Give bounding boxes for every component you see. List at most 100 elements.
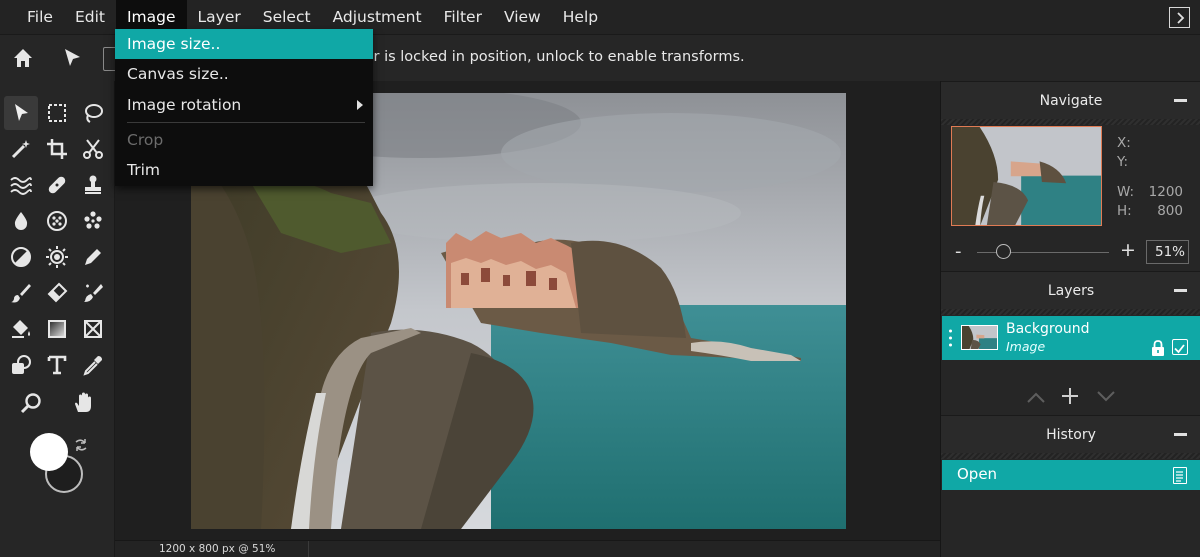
layer-name: Background xyxy=(1006,321,1090,337)
menu-image-size[interactable]: Image size.. xyxy=(115,29,373,59)
zoom-in-button[interactable]: + xyxy=(1120,239,1136,261)
history-panel-title: History xyxy=(1046,427,1096,443)
menu-crop: Crop xyxy=(127,131,164,149)
shape-tool[interactable] xyxy=(4,348,38,382)
menu-view[interactable]: View xyxy=(493,0,552,34)
menu-trim[interactable]: Trim xyxy=(115,155,373,185)
navigate-panel-header[interactable]: Navigate xyxy=(941,81,1200,119)
home-button[interactable] xyxy=(11,46,35,70)
pointer-button[interactable] xyxy=(60,46,84,70)
zoom-icon xyxy=(20,393,41,414)
history-panel-header[interactable]: History xyxy=(941,415,1200,453)
blur-tool[interactable] xyxy=(4,204,38,238)
layer-thumbnail-image xyxy=(962,326,997,349)
layer-type: Image xyxy=(1006,339,1046,354)
clone-stamp-tool[interactable] xyxy=(76,168,110,202)
history-collapse-icon[interactable] xyxy=(1174,433,1187,436)
navigate-collapse-icon[interactable] xyxy=(1174,99,1187,102)
navigator-preview-image xyxy=(952,127,1101,225)
panel-divider xyxy=(941,309,1200,315)
smudge-tool[interactable] xyxy=(76,276,110,310)
hand-tool[interactable] xyxy=(66,386,100,420)
menu-filter[interactable]: Filter xyxy=(433,0,493,34)
lasso-tool[interactable] xyxy=(76,96,110,130)
layer-visibility-checkbox[interactable] xyxy=(1172,339,1188,355)
chevron-right-icon xyxy=(1176,11,1184,24)
brush-tool[interactable] xyxy=(4,276,38,310)
navigate-panel-title: Navigate xyxy=(1039,93,1103,109)
menu-image-rotation[interactable]: Image rotation xyxy=(115,90,373,120)
scissors-tool[interactable] xyxy=(76,132,110,166)
home-icon xyxy=(14,49,32,67)
blur-drop-icon xyxy=(14,212,28,230)
gradient-icon xyxy=(48,320,66,338)
tool-palette xyxy=(0,81,115,557)
sponge-tool[interactable] xyxy=(40,204,74,238)
add-layer-icon[interactable] xyxy=(1060,386,1080,406)
gradient-tool[interactable] xyxy=(40,312,74,346)
zoom-input[interactable]: 51% xyxy=(1146,240,1189,264)
swap-arrows-icon xyxy=(75,439,87,451)
color-picker-tool[interactable] xyxy=(76,240,110,274)
panel-divider xyxy=(941,453,1200,459)
eraser-tool[interactable] xyxy=(40,276,74,310)
marquee-select-icon xyxy=(48,104,66,122)
sponge-icon xyxy=(47,211,67,231)
layer-item[interactable]: Background Image xyxy=(942,316,1200,360)
shape-icon xyxy=(12,355,31,374)
layers-collapse-icon[interactable] xyxy=(1174,289,1187,292)
move-tool[interactable] xyxy=(4,96,38,130)
menu-canvas-size[interactable]: Canvas size.. xyxy=(115,59,373,89)
history-document-icon xyxy=(1173,467,1187,484)
hand-pan-icon xyxy=(75,392,91,412)
history-item[interactable]: Open xyxy=(942,460,1200,490)
text-tool[interactable] xyxy=(40,348,74,382)
lock-message: yer is locked in position, unlock to ena… xyxy=(356,49,745,65)
paint-bucket-tool[interactable] xyxy=(4,312,38,346)
layers-panel-title: Layers xyxy=(1047,283,1095,299)
nav-w-label: W: xyxy=(1117,184,1135,200)
foreground-color-swatch[interactable] xyxy=(30,433,68,471)
menu-file[interactable]: File xyxy=(0,0,64,34)
menu-image-rotation-label: Image rotation xyxy=(127,96,242,114)
panel-toggle-button[interactable] xyxy=(1169,7,1190,28)
menu-edit[interactable]: Edit xyxy=(64,0,116,34)
sun-tool[interactable] xyxy=(40,240,74,274)
zoom-out-button[interactable]: - xyxy=(955,241,962,262)
move-layer-down-icon[interactable] xyxy=(1096,390,1116,404)
eyedropper-tool[interactable] xyxy=(76,348,110,382)
check-icon xyxy=(1174,344,1185,354)
submenu-arrow-icon xyxy=(357,100,363,110)
crop-icon xyxy=(47,139,67,159)
healing-tool[interactable] xyxy=(40,168,74,202)
smudge-brush-icon xyxy=(84,284,103,302)
layers-panel-header[interactable]: Layers xyxy=(941,271,1200,309)
nav-x-label: X: xyxy=(1117,135,1131,151)
scissors-icon xyxy=(83,139,103,159)
liquify-tool[interactable] xyxy=(4,168,38,202)
brush-icon xyxy=(11,284,31,303)
zoom-tool[interactable] xyxy=(14,386,48,420)
dodge-burn-icon xyxy=(11,247,31,267)
move-layer-up-icon[interactable] xyxy=(1026,390,1046,404)
zoom-slider-handle[interactable] xyxy=(996,244,1011,259)
crop-tool[interactable] xyxy=(40,132,74,166)
text-icon xyxy=(47,355,67,375)
nav-h-label: H: xyxy=(1117,203,1132,219)
menu-help[interactable]: Help xyxy=(552,0,609,34)
pattern-tool[interactable] xyxy=(76,204,110,238)
swap-colors-button[interactable] xyxy=(73,437,89,453)
nav-y-label: Y: xyxy=(1117,154,1129,170)
marquee-select-tool[interactable] xyxy=(40,96,74,130)
frame-tool[interactable] xyxy=(76,312,110,346)
drag-handle-icon[interactable] xyxy=(949,329,952,347)
move-tool-icon xyxy=(15,104,28,121)
magic-wand-tool[interactable] xyxy=(4,132,38,166)
navigator-thumbnail[interactable] xyxy=(951,126,1102,226)
paint-bucket-icon xyxy=(12,320,30,338)
document-lines-icon xyxy=(1176,471,1183,482)
sun-icon xyxy=(46,246,68,268)
layer-thumbnail xyxy=(961,325,998,350)
dodge-burn-tool[interactable] xyxy=(4,240,38,274)
lock-icon[interactable] xyxy=(1151,340,1165,356)
